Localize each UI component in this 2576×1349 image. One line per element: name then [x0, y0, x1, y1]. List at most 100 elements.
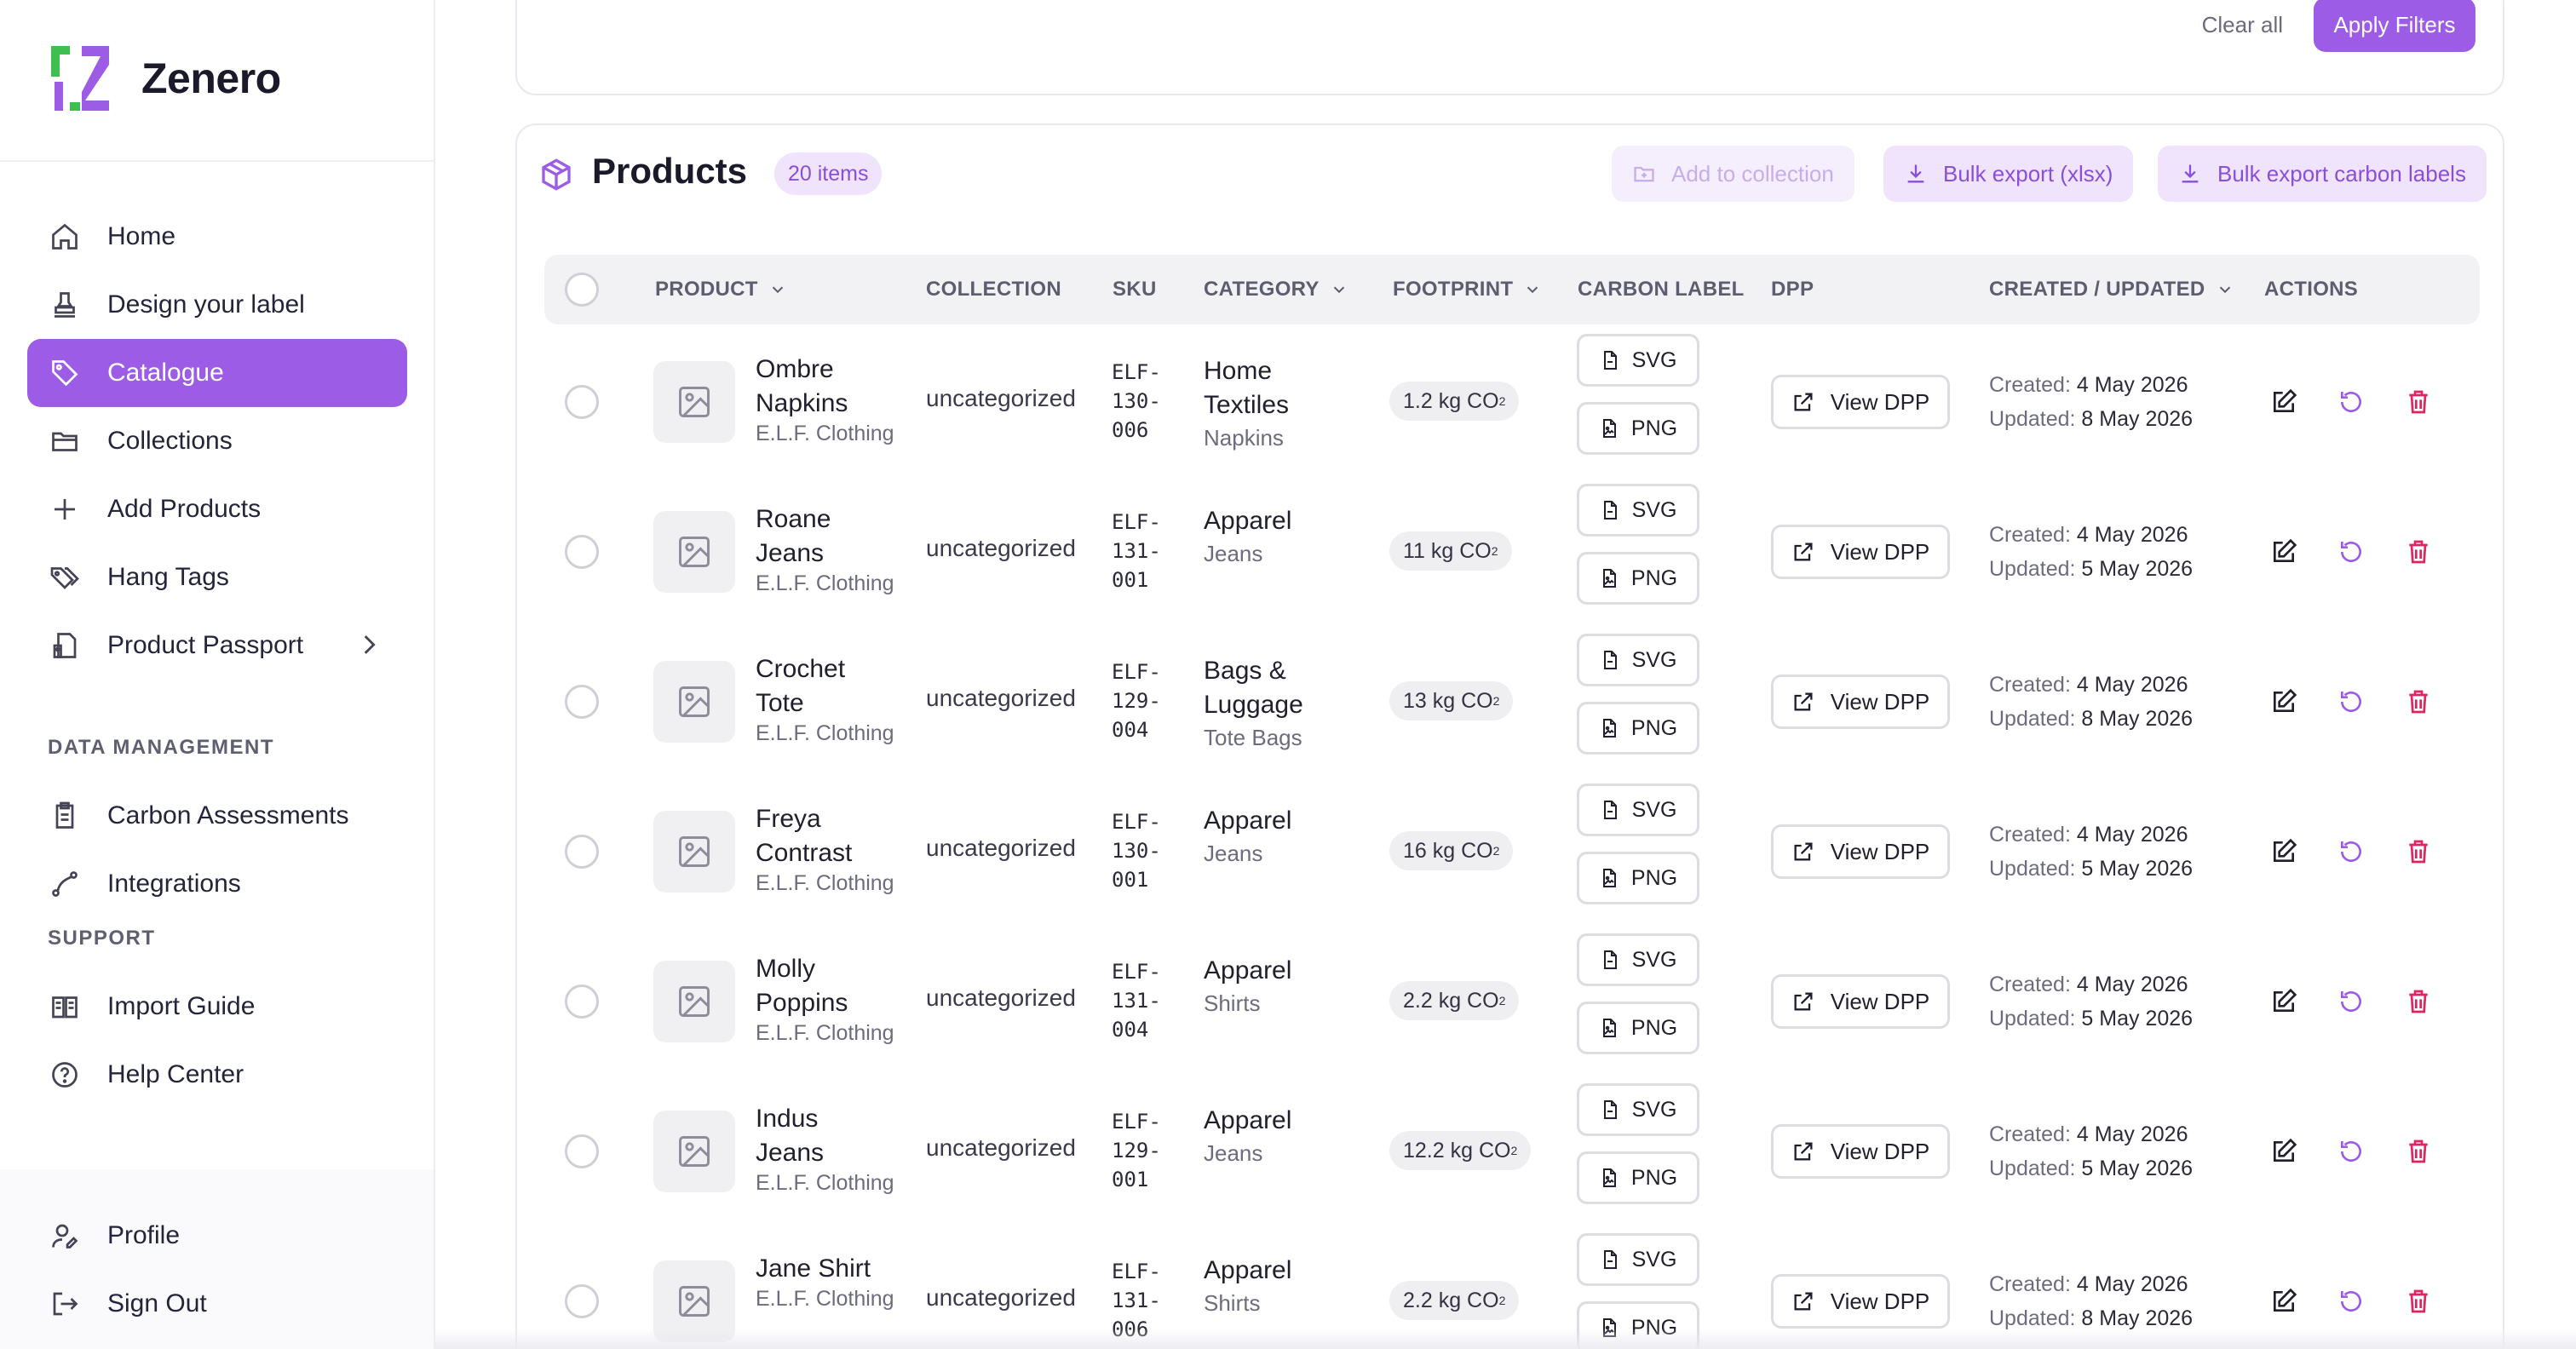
download-svg-button[interactable]: SVG: [1577, 1083, 1699, 1136]
bulk-export-xlsx-button[interactable]: Bulk export (xlsx): [1883, 146, 2134, 202]
view-dpp-button[interactable]: View DPP: [1771, 525, 1950, 579]
product-name-cell[interactable]: Crochet Tote E.L.F. Clothing: [756, 652, 894, 746]
reset-icon[interactable]: [2334, 835, 2368, 869]
delete-icon[interactable]: [2401, 1284, 2435, 1318]
product-name-line2[interactable]: Napkins: [756, 387, 894, 421]
product-name-line1[interactable]: Jane Shirt: [756, 1252, 894, 1286]
edit-icon[interactable]: [2267, 835, 2301, 869]
product-name-line2[interactable]: Poppins: [756, 986, 894, 1020]
column-header-footprint[interactable]: FOOTPRINT: [1393, 255, 1542, 324]
view-dpp-button[interactable]: View DPP: [1771, 824, 1950, 879]
sidebar-item-product-passport[interactable]: Product Passport: [27, 611, 407, 680]
product-name-line1[interactable]: Molly: [756, 952, 894, 986]
edit-icon[interactable]: [2267, 535, 2301, 569]
download-svg-button[interactable]: SVG: [1577, 933, 1699, 986]
product-name-line1[interactable]: Freya: [756, 802, 894, 836]
product-name-line1[interactable]: Roane: [756, 502, 894, 537]
chevron-down-icon: [772, 286, 783, 294]
bulk-export-carbon-labels-button[interactable]: Bulk export carbon labels: [2158, 146, 2487, 202]
download-svg-button[interactable]: SVG: [1577, 784, 1699, 836]
brand-logo[interactable]: Zenero: [48, 43, 281, 114]
row-checkbox[interactable]: [565, 1134, 599, 1168]
download-svg-button[interactable]: SVG: [1577, 484, 1699, 537]
delete-icon[interactable]: [2401, 835, 2435, 869]
table-row[interactable]: Indus Jeans E.L.F. Clothing uncategorize…: [544, 1076, 2480, 1226]
chevron-right-icon[interactable]: [354, 630, 383, 659]
product-name-line1[interactable]: Crochet: [756, 652, 894, 686]
sidebar-item-hang-tags[interactable]: Hang Tags: [27, 543, 407, 611]
sidebar-item-help-center[interactable]: Help Center: [27, 1041, 407, 1109]
download-svg-button[interactable]: SVG: [1577, 634, 1699, 686]
row-checkbox[interactable]: [565, 984, 599, 1019]
reset-icon[interactable]: [2334, 984, 2368, 1019]
sidebar-item-home[interactable]: Home: [27, 203, 407, 271]
table-row[interactable]: Molly Poppins E.L.F. Clothing uncategori…: [544, 927, 2480, 1076]
product-name-cell[interactable]: Freya Contrast E.L.F. Clothing: [756, 802, 894, 896]
sidebar-item-carbon-assessments[interactable]: Carbon Assessments: [27, 782, 407, 850]
edit-icon[interactable]: [2267, 1134, 2301, 1168]
column-header-category[interactable]: CATEGORY: [1204, 255, 1348, 324]
view-dpp-button[interactable]: View DPP: [1771, 974, 1950, 1029]
reset-icon[interactable]: [2334, 1284, 2368, 1318]
reset-icon[interactable]: [2334, 1134, 2368, 1168]
product-name-cell[interactable]: Jane Shirt E.L.F. Clothing: [756, 1252, 894, 1312]
row-checkbox[interactable]: [565, 535, 599, 569]
apply-filters-button[interactable]: Apply Filters: [2314, 0, 2475, 52]
reset-icon[interactable]: [2334, 385, 2368, 419]
add-to-collection-button[interactable]: Add to collection: [1612, 146, 1854, 202]
select-all-checkbox[interactable]: [565, 273, 599, 307]
row-checkbox[interactable]: [565, 1284, 599, 1318]
product-name-cell[interactable]: Molly Poppins E.L.F. Clothing: [756, 952, 894, 1046]
download-png-button[interactable]: PNG: [1577, 402, 1699, 455]
sidebar-item-import-guide[interactable]: Import Guide: [27, 973, 407, 1041]
view-dpp-button[interactable]: View DPP: [1771, 1124, 1950, 1179]
clear-all-button[interactable]: Clear all: [2202, 12, 2283, 38]
sidebar-item-collections[interactable]: Collections: [27, 407, 407, 475]
reset-icon[interactable]: [2334, 685, 2368, 719]
table-row[interactable]: Roane Jeans E.L.F. Clothing uncategorize…: [544, 477, 2480, 627]
column-header-product[interactable]: PRODUCT: [655, 255, 787, 324]
delete-icon[interactable]: [2401, 984, 2435, 1019]
product-name-cell[interactable]: Roane Jeans E.L.F. Clothing: [756, 502, 894, 596]
download-png-button[interactable]: PNG: [1577, 852, 1699, 904]
reset-icon[interactable]: [2334, 535, 2368, 569]
delete-icon[interactable]: [2401, 685, 2435, 719]
row-checkbox[interactable]: [565, 685, 599, 719]
delete-icon[interactable]: [2401, 535, 2435, 569]
column-header-created-updated[interactable]: CREATED / UPDATED: [1989, 255, 2234, 324]
row-checkbox[interactable]: [565, 385, 599, 419]
sidebar-item-catalogue[interactable]: Catalogue: [27, 339, 407, 407]
sidebar-item-integrations[interactable]: Integrations: [27, 850, 407, 918]
edit-icon[interactable]: [2267, 1284, 2301, 1318]
edit-icon[interactable]: [2267, 685, 2301, 719]
sidebar-item-design-label[interactable]: Design your label: [27, 271, 407, 339]
sidebar-item-sign-out[interactable]: Sign Out: [27, 1270, 407, 1338]
product-name-line2[interactable]: Tote: [756, 686, 894, 720]
row-checkbox[interactable]: [565, 835, 599, 869]
table-row[interactable]: Freya Contrast E.L.F. Clothing uncategor…: [544, 777, 2480, 927]
download-svg-button[interactable]: SVG: [1577, 1233, 1699, 1286]
table-row[interactable]: Crochet Tote E.L.F. Clothing uncategoriz…: [544, 627, 2480, 777]
download-png-button[interactable]: PNG: [1577, 702, 1699, 755]
delete-icon[interactable]: [2401, 1134, 2435, 1168]
product-name-line1[interactable]: Indus: [756, 1102, 894, 1136]
sidebar-item-profile[interactable]: Profile: [27, 1202, 407, 1270]
edit-icon[interactable]: [2267, 984, 2301, 1019]
view-dpp-button[interactable]: View DPP: [1771, 674, 1950, 729]
edit-icon[interactable]: [2267, 385, 2301, 419]
view-dpp-button[interactable]: View DPP: [1771, 1274, 1950, 1329]
sidebar-item-add-products[interactable]: Add Products: [27, 475, 407, 543]
product-name-cell[interactable]: Indus Jeans E.L.F. Clothing: [756, 1102, 894, 1196]
download-png-button[interactable]: PNG: [1577, 552, 1699, 605]
product-name-line2[interactable]: Jeans: [756, 1136, 894, 1170]
view-dpp-button[interactable]: View DPP: [1771, 375, 1950, 429]
product-name-cell[interactable]: Ombre Napkins E.L.F. Clothing: [756, 353, 894, 446]
product-name-line1[interactable]: Ombre: [756, 353, 894, 387]
table-row[interactable]: Ombre Napkins E.L.F. Clothing uncategori…: [544, 327, 2480, 477]
product-name-line2[interactable]: Jeans: [756, 537, 894, 571]
download-svg-button[interactable]: SVG: [1577, 334, 1699, 387]
download-png-button[interactable]: PNG: [1577, 1002, 1699, 1054]
download-png-button[interactable]: PNG: [1577, 1151, 1699, 1204]
delete-icon[interactable]: [2401, 385, 2435, 419]
product-name-line2[interactable]: Contrast: [756, 836, 894, 870]
